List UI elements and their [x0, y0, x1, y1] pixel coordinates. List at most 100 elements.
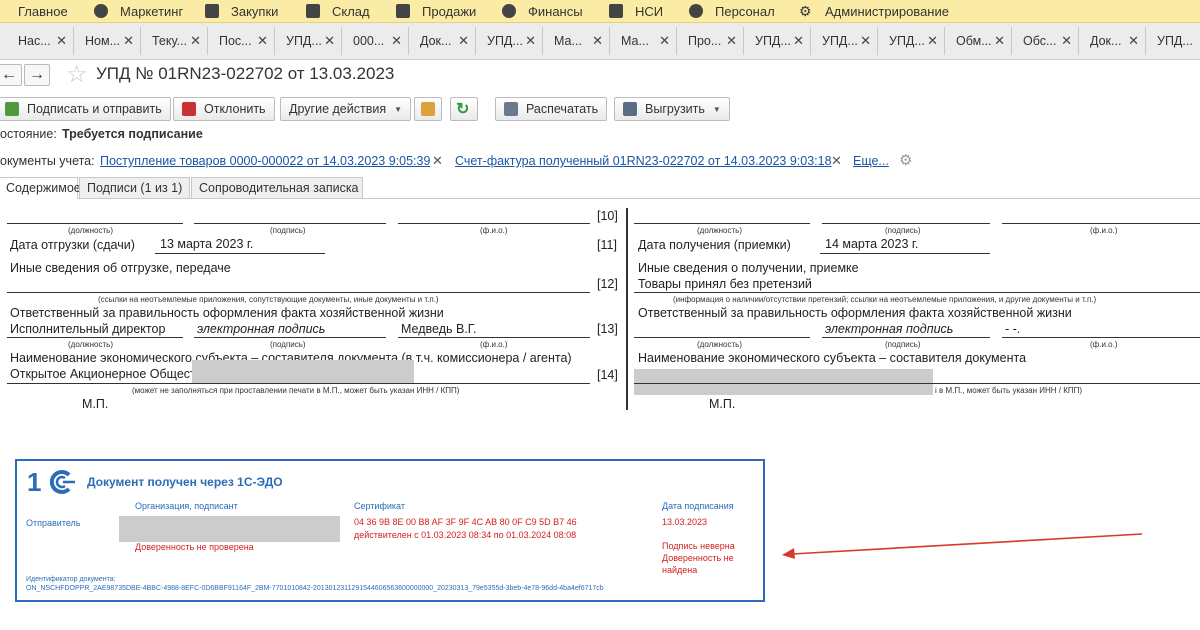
tab-label: УПД...	[889, 34, 925, 48]
signature-line	[398, 337, 590, 338]
tab-label: Ма...	[621, 34, 649, 48]
close-icon[interactable]: ✕	[190, 33, 201, 49]
refresh-button[interactable]: ↻	[450, 97, 478, 121]
forward-button[interactable]: →	[24, 64, 50, 86]
button-label: Другие действия	[289, 102, 387, 116]
menu-item-purchases[interactable]: Закупки	[205, 0, 278, 22]
menu-item-label: Персонал	[715, 3, 775, 19]
menu-item-label: Маркетинг	[120, 3, 184, 19]
menu-item-sales[interactable]: Продажи	[396, 0, 476, 22]
open-tab[interactable]: Ма... ✕	[548, 27, 610, 55]
close-icon[interactable]: ✕	[1128, 33, 1139, 49]
open-tab[interactable]: 000... ✕	[347, 27, 409, 55]
more-link[interactable]: Еще...	[853, 154, 889, 168]
caption-stamp: і в М.П., может быть указан ИНН / КПП)	[935, 386, 1083, 395]
open-tab[interactable]: УПД... ✕	[280, 27, 342, 55]
open-tab[interactable]: Обс... ✕	[1017, 27, 1079, 55]
tab-label: Подписи (1 из 1)	[87, 181, 183, 195]
invoice-document-link[interactable]: Счет-фактура полученный 01RN23-022702 от…	[455, 154, 832, 168]
open-tab[interactable]: Обм... ✕	[950, 27, 1012, 55]
menu-item-warehouse[interactable]: Склад	[306, 0, 370, 22]
close-icon[interactable]: ✕	[726, 33, 737, 49]
open-tab[interactable]: Теку... ✕	[146, 27, 208, 55]
unlink-close-icon[interactable]: ✕	[432, 153, 443, 169]
column-date-header: Дата подписания	[662, 501, 734, 511]
caption-position: (должность)	[697, 340, 742, 349]
close-icon[interactable]: ✕	[391, 33, 402, 49]
close-icon[interactable]: ✕	[1061, 33, 1072, 49]
open-tab[interactable]: Ма... ✕	[615, 27, 677, 55]
open-tab[interactable]: Ном... ✕	[79, 27, 141, 55]
open-tab[interactable]: УПД... ✕	[883, 27, 945, 55]
menu-item-nsi[interactable]: НСИ	[609, 0, 663, 22]
close-icon[interactable]: ✕	[592, 33, 603, 49]
open-tab[interactable]: УПД...	[1151, 27, 1200, 55]
signature-line	[1002, 223, 1200, 224]
structure-button[interactable]	[414, 97, 442, 121]
open-tab[interactable]: УПД... ✕	[749, 27, 811, 55]
menu-item-label: Главное	[18, 3, 68, 19]
open-tab[interactable]: УПД... ✕	[481, 27, 543, 55]
sign-and-send-button[interactable]: Подписать и отправить	[0, 97, 171, 121]
close-icon[interactable]: ✕	[860, 33, 871, 49]
tab-label: 000...	[353, 34, 385, 48]
back-button[interactable]: ←	[0, 64, 22, 86]
other-receipt-info-value: Товары принял без претензий	[638, 277, 812, 291]
unlink-close-icon[interactable]: ✕	[831, 153, 842, 169]
close-icon[interactable]: ✕	[123, 33, 134, 49]
tab-label: Док...	[420, 34, 452, 48]
open-tab[interactable]: Док... ✕	[414, 27, 476, 55]
open-tab[interactable]: УПД... ✕	[816, 27, 878, 55]
main-menu-bar: Главное Маркетинг Закупки Склад Продажи …	[0, 0, 1200, 23]
tab-label: Сопроводительная записка	[199, 181, 359, 195]
status-value: Требуется подписание	[62, 127, 203, 141]
close-icon[interactable]: ✕	[793, 33, 804, 49]
close-icon[interactable]: ✕	[458, 33, 469, 49]
responsible-position: Исполнительный директор	[10, 322, 166, 336]
close-icon[interactable]: ✕	[927, 33, 938, 49]
tab-cover-note[interactable]: Сопроводительная записка	[191, 177, 363, 199]
export-button[interactable]: Выгрузить ▼	[614, 97, 730, 121]
signature-line	[398, 223, 590, 224]
save-disk-icon	[623, 102, 637, 116]
close-icon[interactable]: ✕	[56, 33, 67, 49]
open-tab[interactable]: Про... ✕	[682, 27, 744, 55]
responsible-label: Ответственный за правильность оформления…	[10, 306, 444, 320]
field-underline	[820, 253, 990, 254]
other-actions-button[interactable]: Другие действия ▼	[280, 97, 412, 121]
open-tab[interactable]: Нас... ✕	[12, 27, 74, 55]
print-button[interactable]: Распечатать	[495, 97, 608, 121]
caption-position: (должность)	[697, 226, 742, 235]
entity-value: Открытое Акционерное Общество	[10, 367, 210, 381]
field-number: [11]	[597, 238, 617, 252]
menu-item-marketing[interactable]: Маркетинг	[94, 0, 183, 22]
tab-signatures[interactable]: Подписи (1 из 1)	[79, 177, 190, 199]
close-icon[interactable]: ✕	[525, 33, 536, 49]
edo-signature-stamp: 1 Документ получен через 1С-ЭДО Организа…	[15, 459, 765, 602]
close-icon[interactable]: ✕	[324, 33, 335, 49]
menu-item-personnel[interactable]: Персонал	[689, 0, 775, 22]
signature-line	[634, 223, 810, 224]
1c-logo: 1	[25, 467, 77, 497]
close-icon[interactable]: ✕	[994, 33, 1005, 49]
signature-line	[7, 223, 183, 224]
field-number: [14]	[597, 368, 618, 382]
open-tab[interactable]: Док... ✕	[1084, 27, 1146, 55]
close-icon[interactable]: ✕	[659, 33, 670, 49]
menu-item-finance[interactable]: Финансы	[502, 0, 583, 22]
menu-item-administration[interactable]: ⚙ Администрирование	[799, 0, 949, 22]
open-tab[interactable]: Пос... ✕	[213, 27, 275, 55]
field-underline	[155, 253, 325, 254]
caption-fio: (ф.и.о.)	[1090, 226, 1118, 235]
gear-icon[interactable]: ⚙	[899, 151, 912, 169]
tab-label: Про...	[688, 34, 722, 48]
receipt-document-link[interactable]: Поступление товаров 0000-000022 от 14.03…	[100, 154, 430, 168]
power-not-found-line2: найдена	[662, 565, 698, 575]
favorite-star-icon[interactable]: ☆	[66, 60, 88, 89]
chevron-down-icon: ▼	[712, 104, 721, 114]
reject-button[interactable]: Отклонить	[173, 97, 275, 121]
close-icon[interactable]: ✕	[257, 33, 268, 49]
tab-content[interactable]: Содержимое	[0, 177, 81, 199]
tab-label: УПД...	[286, 34, 322, 48]
menu-item-main[interactable]: Главное	[0, 0, 68, 22]
